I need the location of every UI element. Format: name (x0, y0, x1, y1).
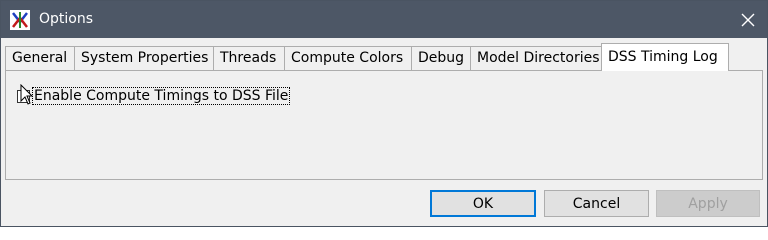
tab-system-properties[interactable]: System Properties (74, 46, 214, 70)
tab-compute-colors[interactable]: Compute Colors (284, 46, 412, 70)
button-bar: OK Cancel Apply (1, 181, 767, 226)
options-dialog: Options General System Properties Thread… (0, 0, 768, 227)
tab-strip: General System Properties Threads Comput… (5, 43, 765, 71)
tab-general[interactable]: General (5, 46, 75, 70)
enable-compute-timings-label[interactable]: Enable Compute Timings to DSS File (31, 87, 291, 105)
ok-button[interactable]: OK (430, 190, 536, 217)
apply-button[interactable]: Apply (656, 190, 760, 217)
app-logo-icon (10, 10, 30, 30)
tab-panel: Enable Compute Timings to DSS File (5, 70, 763, 180)
close-icon (741, 13, 755, 26)
title-bar[interactable]: Options (1, 1, 767, 38)
close-button[interactable] (729, 1, 767, 38)
tab-model-directories[interactable]: Model Directories (470, 46, 602, 70)
mouse-cursor-icon (20, 84, 34, 105)
window-title: Options (39, 11, 94, 27)
tab-threads[interactable]: Threads (213, 46, 285, 70)
tab-dss-timing-log[interactable]: DSS Timing Log (601, 43, 729, 71)
enable-compute-timings-option[interactable]: Enable Compute Timings to DSS File (17, 86, 291, 106)
cancel-button[interactable]: Cancel (544, 190, 649, 217)
tab-debug[interactable]: Debug (411, 46, 471, 70)
